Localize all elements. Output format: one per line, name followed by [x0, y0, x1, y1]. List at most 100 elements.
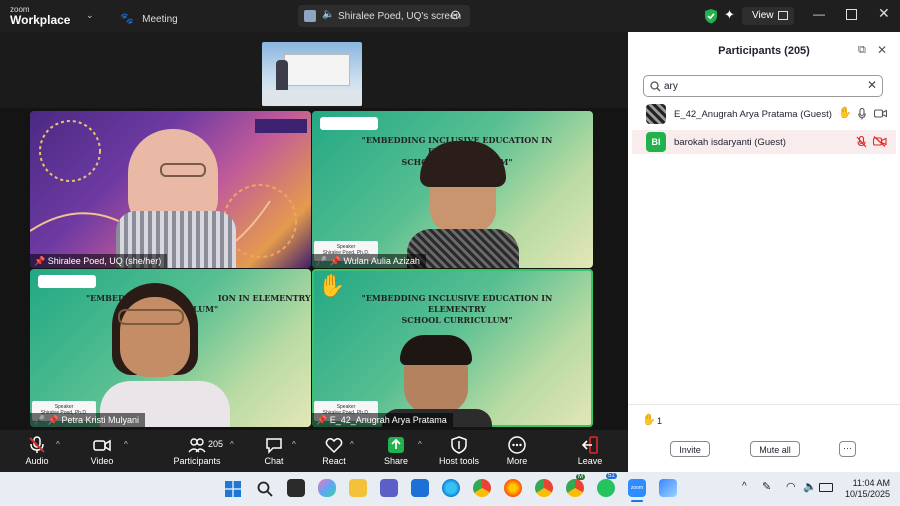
tile-name-bar: 📌 Shiralee Poed, UQ (she/her) — [30, 254, 168, 268]
whatsapp-icon[interactable]: 51 — [597, 473, 617, 497]
mic-muted-icon[interactable] — [856, 136, 867, 148]
video-tile-petra[interactable]: "EMBEDDION IN ELEMENTRY ULUM" Speaker Sh… — [30, 269, 311, 427]
firefox-icon[interactable] — [504, 479, 522, 497]
chevron-up-icon[interactable]: ^ — [742, 481, 747, 492]
raised-hand-icon: ✋ — [318, 273, 346, 298]
chat-button[interactable]: Chat — [262, 436, 286, 466]
close-window-icon[interactable]: ✕ — [878, 5, 890, 22]
heart-icon — [325, 438, 343, 454]
screen-share-pill[interactable]: 🔈 Shiralee Poed, UQ's screen ⊙ — [298, 5, 470, 27]
taskbar-clock[interactable]: 11:04 AM 10/15/2025 — [845, 478, 890, 500]
audio-button[interactable]: Audio — [22, 436, 52, 466]
slide-title-line-2: SCHOOL CURRICULUM" — [401, 315, 513, 325]
sparkle-icon[interactable]: ✦ — [724, 7, 735, 23]
more-button[interactable]: More — [504, 436, 530, 466]
chat-label: Chat — [264, 456, 284, 466]
react-label: React — [322, 456, 346, 466]
task-view-icon[interactable] — [287, 479, 305, 497]
tile-name: E_42_Anugrah Arya Pratama — [329, 415, 447, 425]
volume-icon[interactable]: 🔈 — [803, 480, 817, 493]
audio-options-caret[interactable]: ^ — [56, 440, 60, 449]
react-button[interactable]: React — [321, 436, 347, 466]
more-label: More — [506, 456, 528, 466]
participant-row[interactable]: E_42_Anugrah Arya Pratama (Guest) ✋ — [632, 102, 896, 126]
chrome-profile-2-icon[interactable]: M — [566, 474, 585, 497]
tile-name-bar: 🎤 📌 Petra Kristi Mulyani — [30, 413, 145, 427]
tile-name: Shiralee Poed, UQ (she/her) — [47, 256, 162, 266]
chevron-down-icon[interactable]: ⌄ — [86, 10, 94, 21]
chat-options-caret[interactable]: ^ — [292, 440, 296, 449]
participant-name: barokah isdaryanti (Guest) — [674, 137, 786, 148]
slide-logos — [38, 275, 96, 288]
camera-icon[interactable] — [874, 109, 887, 118]
shared-screen-thumbnail[interactable] — [262, 42, 362, 106]
video-button[interactable]: Video — [86, 436, 118, 466]
video-tile-wulan[interactable]: "EMBEDDING INCLUSIVE EDUCATION IN ELEMEN… — [312, 111, 593, 268]
edge-icon[interactable] — [442, 479, 460, 497]
chat-icon — [266, 438, 282, 454]
slide-title: "EMBEDDING INCLUSIVE EDUCATION IN ELEMEN… — [352, 293, 562, 326]
mute-all-button[interactable]: Mute all — [750, 441, 800, 457]
shield-check-icon[interactable] — [704, 8, 718, 24]
video-tile-anugrah[interactable]: ✋ "EMBEDDING INCLUSIVE EDUCATION IN ELEM… — [312, 269, 593, 427]
search-input[interactable]: ary — [664, 81, 678, 92]
more-options-icon[interactable]: ⊙ — [450, 7, 461, 23]
brand-line-2: Workplace — [10, 13, 71, 27]
chrome-profile-icon[interactable] — [535, 479, 553, 497]
file-explorer-icon[interactable] — [349, 479, 367, 497]
participants-panel — [628, 32, 900, 472]
wifi-icon[interactable]: ◠ — [786, 480, 796, 493]
camera-off-icon[interactable] — [873, 136, 887, 147]
popout-icon[interactable]: ⧉ — [858, 44, 866, 57]
slide-logos — [320, 117, 378, 130]
panel-more-button[interactable]: ··· — [839, 441, 856, 457]
clock-time: 11:04 AM — [852, 478, 890, 488]
camera-icon — [93, 439, 111, 452]
share-button[interactable]: Share — [383, 436, 409, 466]
windows-start-icon[interactable] — [225, 481, 241, 497]
close-panel-icon[interactable]: ✕ — [877, 43, 887, 57]
participants-count: 205 — [208, 439, 224, 449]
muted-mic-icon: 🎤 — [316, 256, 328, 266]
participant-row[interactable]: BI barokah isdaryanti (Guest) — [632, 130, 896, 154]
react-options-caret[interactable]: ^ — [350, 440, 354, 449]
search-icon[interactable] — [257, 481, 273, 497]
raised-hand-icon: ✋ — [838, 107, 852, 119]
teams-icon[interactable] — [380, 479, 398, 497]
zoom-taskbar-icon[interactable]: zoom — [628, 479, 646, 497]
avatar — [646, 104, 666, 124]
leave-button[interactable]: Leave — [576, 436, 604, 466]
pin-icon: 📌 — [316, 415, 328, 425]
view-button[interactable]: View — [742, 7, 794, 25]
chrome-icon[interactable] — [473, 479, 491, 497]
meeting-tab[interactable]: 🐾 Meeting — [120, 9, 178, 27]
participants-options-caret[interactable]: ^ — [230, 440, 234, 449]
pen-icon[interactable]: ✎ — [762, 480, 771, 493]
store-icon[interactable] — [411, 479, 429, 497]
invite-button[interactable]: Invite — [670, 441, 710, 457]
glasses — [160, 163, 206, 177]
raised-hands-count: 1 — [657, 416, 663, 426]
clear-search-icon[interactable]: ✕ — [867, 78, 877, 92]
battery-icon[interactable] — [819, 483, 833, 492]
tile-name: Wulan Aulia Azizah — [343, 256, 420, 266]
host-tools-button[interactable]: Host tools — [436, 436, 482, 466]
participants-label: Participants — [173, 456, 221, 466]
thumbnail-document — [284, 54, 350, 86]
view-label: View — [752, 10, 774, 21]
tile-name: Petra Kristi Mulyani — [61, 415, 139, 425]
participant-search[interactable]: ary ✕ — [643, 75, 883, 97]
pin-icon: 📌 — [329, 256, 341, 266]
share-options-caret[interactable]: ^ — [418, 440, 422, 449]
participants-button[interactable]: 205 Participants — [170, 436, 224, 466]
minimize-icon[interactable]: — — [813, 7, 825, 21]
maximize-icon[interactable] — [846, 9, 857, 20]
video-options-caret[interactable]: ^ — [124, 440, 128, 449]
pin-icon: 📌 — [34, 256, 46, 266]
mic-icon[interactable] — [858, 108, 866, 120]
video-tile-shiralee[interactable]: 📌 Shiralee Poed, UQ (she/her) — [30, 111, 311, 268]
speaker-icon: 🔈 — [322, 9, 335, 20]
photos-icon[interactable] — [659, 479, 677, 497]
copilot-icon[interactable] — [318, 479, 336, 497]
slide-title-line-1: "EMBEDDING INCLUSIVE EDUCATION IN ELEMEN… — [361, 293, 553, 314]
